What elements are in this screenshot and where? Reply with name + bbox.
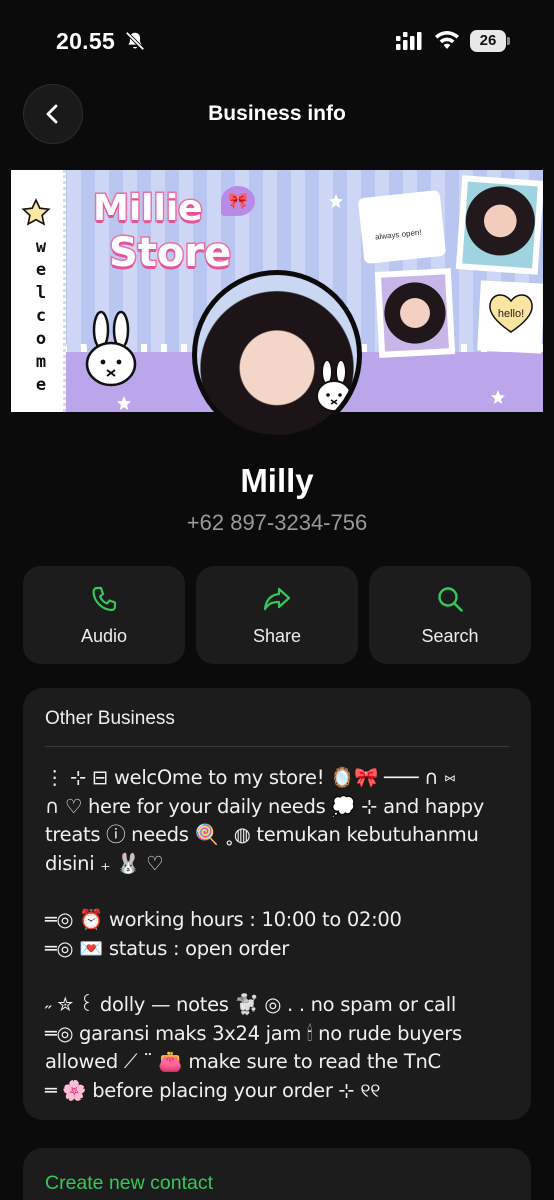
search-button[interactable]: Search [369,566,531,664]
star-icon [491,390,505,404]
cellular-signal-icon [396,32,422,50]
share-label: Share [252,626,302,646]
battery-nub [507,37,510,45]
create-new-contact-link[interactable]: Create new contact [45,1172,213,1195]
star-icon [329,194,343,208]
audio-label: Audio [80,626,128,646]
description-gap [45,878,515,906]
polaroid-photo [455,175,543,275]
status-bar: 20.55 26 [0,0,554,80]
search-icon [438,587,463,612]
share-button[interactable]: Share [196,566,358,664]
description-line: ═◎ 💌 status : open order [45,936,289,960]
photo [462,181,538,269]
description-line: disini ₊ 🐰 ♡ [45,851,164,875]
description-line: ═◎ garansi maks 3x24 jam 🕯 no rude buyer… [45,1021,462,1045]
photo [381,274,449,352]
audio-call-button[interactable]: Audio [23,566,185,664]
profile-phone[interactable]: +62 897-3234-756 [0,510,554,536]
polaroid-photo [374,268,456,358]
welcome-text: welcome [35,237,47,395]
business-info-card: Other Business ⋮ ⊹ ⊟ welcOme to my store… [23,688,531,1120]
description-line: treats ⓘ needs 🍭 ˳◍ temukan kebutuhanmu [45,823,479,846]
profile-avatar[interactable] [192,270,362,440]
business-description: ⋮ ⊹ ⊟ welcOme to my store! 🪞🎀 ─── ∩ ⑅ ∩ … [45,764,515,1105]
description-line: allowed ⟋ ¨ 👛 make sure to read the TnC [45,1050,441,1073]
description-line: ═ 🌸 before placing your order ⊹ ୧୧ [45,1078,381,1102]
store-name-line1: Millie [92,187,205,231]
wifi-icon [435,31,459,49]
hello-text: hello! [497,308,525,320]
bunny-icon [316,359,352,412]
avatar-photo [197,275,357,435]
star-icon [117,396,131,410]
page-title: Business info [208,102,346,125]
status-time: 20.55 [56,28,116,54]
description-gap [45,963,515,991]
description-line: ˶ ✮ ꒰ dolly — notes 🐩 ◎ . . no spam or c… [45,993,456,1016]
description-line: ∩ ♡ here for your daily needs 💭 ⊹ and ha… [45,794,484,818]
phone-icon [92,586,117,612]
yellow-star-icon [21,198,51,226]
description-line: ⋮ ⊹ ⊟ welcOme to my store! 🪞🎀 ─── ∩ ⑅ [45,766,456,789]
bow-bubble-icon: 🎀 [221,186,255,216]
create-contact-card[interactable]: Create new contact [23,1148,531,1200]
business-category: Other Business [45,708,175,729]
ticket-sticker [357,189,447,265]
search-label: Search [421,626,479,646]
share-arrow-icon [263,587,291,611]
store-name-line2: Store [107,229,232,278]
battery-level: 26 [470,30,506,52]
divider [45,746,509,747]
profile-name: Milly [240,462,314,499]
description-line: ═◎ ⏰ working hours : 10:00 to 02:00 [45,908,402,931]
bunny-icon [85,310,137,387]
bell-muted-icon [125,31,145,51]
